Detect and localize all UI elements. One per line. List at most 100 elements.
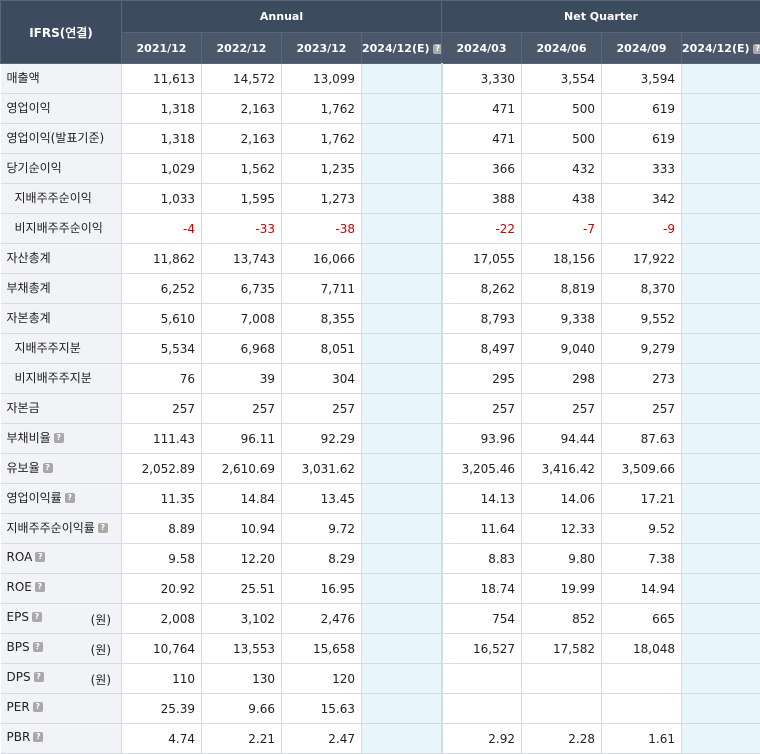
value-cell: 1,029 <box>122 154 202 184</box>
value-cell <box>682 304 760 334</box>
value-cell: 500 <box>522 124 602 154</box>
value-cell: 9,279 <box>602 334 682 364</box>
row-label: 매출액 <box>7 71 40 85</box>
value-cell: 3,031.62 <box>282 454 362 484</box>
table-row: BPS?(원)10,76413,55315,65816,52717,58218,… <box>1 634 760 664</box>
value-cell: 366 <box>442 154 522 184</box>
value-cell: 8,262 <box>442 274 522 304</box>
value-cell: 18,048 <box>602 634 682 664</box>
value-cell <box>362 484 442 514</box>
value-cell: 16,066 <box>282 244 362 274</box>
value-cell: 120 <box>282 664 362 694</box>
row-label-cell: 비지배주주순이익 <box>1 214 122 244</box>
value-cell: 1,762 <box>282 94 362 124</box>
value-cell: 2,163 <box>202 124 282 154</box>
value-cell: -7 <box>522 214 602 244</box>
value-cell <box>682 664 760 694</box>
row-label-cell: 부채총계 <box>1 274 122 304</box>
value-cell: 20.92 <box>122 574 202 604</box>
value-cell: 295 <box>442 364 522 394</box>
value-cell: 18.74 <box>442 574 522 604</box>
period-header-annual: 2022/12 <box>202 33 282 64</box>
period-label: 2023/12 <box>297 42 347 55</box>
value-cell: 2,476 <box>282 604 362 634</box>
table-row: 자산총계11,86213,74316,06617,05518,15617,922 <box>1 244 760 274</box>
help-icon[interactable]: ? <box>433 44 442 54</box>
help-icon[interactable]: ? <box>35 552 45 562</box>
help-icon[interactable]: ? <box>43 463 53 473</box>
table-row: 자본금257257257257257257 <box>1 394 760 424</box>
value-cell: 1,562 <box>202 154 282 184</box>
value-cell: 14.94 <box>602 574 682 604</box>
value-cell <box>362 454 442 484</box>
row-label: 지배주주지분 <box>15 341 81 355</box>
value-cell <box>362 184 442 214</box>
help-icon[interactable]: ? <box>98 523 108 533</box>
value-cell: 76 <box>122 364 202 394</box>
value-cell: -4 <box>122 214 202 244</box>
value-cell: 1,595 <box>202 184 282 214</box>
value-cell <box>682 694 760 724</box>
value-cell: 11.64 <box>442 514 522 544</box>
help-icon[interactable]: ? <box>34 672 44 682</box>
value-cell <box>682 214 760 244</box>
value-cell: 1,762 <box>282 124 362 154</box>
row-label-cell: 비지배주주지분 <box>1 364 122 394</box>
help-icon[interactable]: ? <box>35 582 45 592</box>
help-icon[interactable]: ? <box>33 642 43 652</box>
value-cell: 18,156 <box>522 244 602 274</box>
value-cell: 110 <box>122 664 202 694</box>
table-row: 영업이익(발표기준)1,3182,1631,762471500619 <box>1 124 760 154</box>
value-cell: 96.11 <box>202 424 282 454</box>
row-label: PER <box>7 700 30 714</box>
row-label: EPS <box>7 610 29 624</box>
value-cell: 3,594 <box>602 64 682 94</box>
row-label: DPS <box>7 670 31 684</box>
row-label-cell: 부채비율? <box>1 424 122 454</box>
help-icon[interactable]: ? <box>54 433 64 443</box>
value-cell: 9,338 <box>522 304 602 334</box>
value-cell: 17,922 <box>602 244 682 274</box>
value-cell: 9.66 <box>202 694 282 724</box>
row-label: 당기순이익 <box>7 161 62 175</box>
row-label-cell: 당기순이익 <box>1 154 122 184</box>
value-cell: 10.94 <box>202 514 282 544</box>
table-row: 지배주주지분5,5346,9688,0518,4979,0409,279 <box>1 334 760 364</box>
value-cell: 342 <box>602 184 682 214</box>
value-cell: 3,416.42 <box>522 454 602 484</box>
value-cell: 257 <box>202 394 282 424</box>
row-label-cell: 자본금 <box>1 394 122 424</box>
value-cell: 5,534 <box>122 334 202 364</box>
row-label: 지배주주순이익률 <box>7 521 95 535</box>
value-cell: 19.99 <box>522 574 602 604</box>
value-cell: 432 <box>522 154 602 184</box>
value-cell: 8,819 <box>522 274 602 304</box>
help-icon[interactable]: ? <box>32 612 42 622</box>
row-label: BPS <box>7 640 30 654</box>
value-cell: 25.39 <box>122 694 202 724</box>
table-row: PBR?4.742.212.472.922.281.61 <box>1 724 760 754</box>
value-cell <box>682 484 760 514</box>
help-icon[interactable]: ? <box>33 702 43 712</box>
value-cell: 1,033 <box>122 184 202 214</box>
row-label: 지배주주순이익 <box>15 191 92 205</box>
help-icon[interactable]: ? <box>753 44 760 54</box>
value-cell <box>682 634 760 664</box>
value-cell: 273 <box>602 364 682 394</box>
value-cell: 852 <box>522 604 602 634</box>
value-cell: 14.06 <box>522 484 602 514</box>
row-label-cell: ROE? <box>1 574 122 604</box>
value-cell: 9.80 <box>522 544 602 574</box>
value-cell: 15,658 <box>282 634 362 664</box>
help-icon[interactable]: ? <box>33 732 43 742</box>
value-cell: 9.52 <box>602 514 682 544</box>
row-label: 자본금 <box>7 401 40 415</box>
period-header-quarter: 2024/12(E)? <box>682 33 760 64</box>
help-icon[interactable]: ? <box>65 493 75 503</box>
value-cell: 298 <box>522 364 602 394</box>
table-row: 지배주주순이익1,0331,5951,273388438342 <box>1 184 760 214</box>
value-cell <box>602 664 682 694</box>
value-cell: 7.38 <box>602 544 682 574</box>
value-cell <box>682 544 760 574</box>
value-cell <box>362 334 442 364</box>
